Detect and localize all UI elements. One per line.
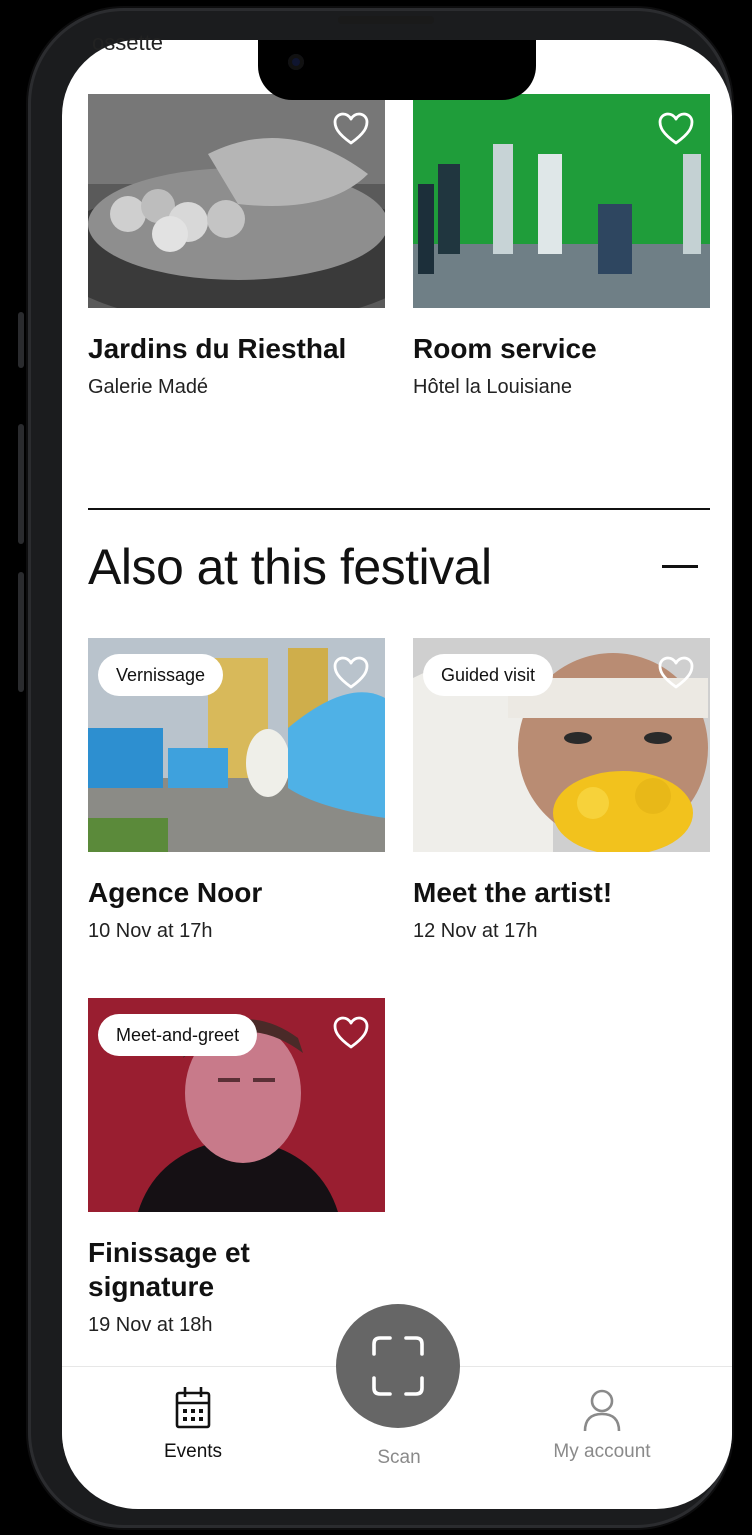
heart-outline-icon[interactable] xyxy=(333,112,369,146)
event-card[interactable]: Meet-and-greet Finissage et signature 19… xyxy=(88,998,385,1337)
artwork-image[interactable] xyxy=(413,94,710,308)
mute-switch xyxy=(18,312,24,368)
scan-button[interactable] xyxy=(336,1304,460,1428)
event-date: 12 Nov at 17h xyxy=(413,920,538,942)
heart-outline-icon[interactable] xyxy=(658,112,694,146)
event-tag: Guided visit xyxy=(423,654,554,696)
event-card[interactable]: Guided visit Meet the artist! 12 Nov at … xyxy=(413,638,710,943)
section-title: Also at this festival xyxy=(88,539,492,595)
user-icon xyxy=(583,1389,621,1432)
artwork-title: Jardins du Riesthal xyxy=(88,333,347,364)
event-title: Meet the artist! xyxy=(413,877,613,908)
tab-my-account-label: My account xyxy=(553,1441,651,1462)
event-tag: Meet-and-greet xyxy=(98,1014,258,1056)
event-date: 10 Nov at 17h xyxy=(88,920,213,942)
event-image[interactable]: Guided visit xyxy=(413,638,710,852)
event-title: Finissage et signature xyxy=(88,1237,250,1302)
event-title: Agence Noor xyxy=(88,877,263,908)
tab-scan-label-wrap[interactable]: Scan xyxy=(354,1447,444,1469)
tab-my-account[interactable]: My account xyxy=(532,1387,672,1463)
heart-outline-icon[interactable] xyxy=(658,656,694,690)
notch xyxy=(258,40,536,100)
heart-outline-icon[interactable] xyxy=(333,656,369,690)
scan-frame-icon xyxy=(372,1336,424,1396)
minus-icon[interactable] xyxy=(662,565,698,568)
artwork-card[interactable]: Jardins du Riesthal Galerie Madé xyxy=(88,94,385,399)
heart-outline-icon[interactable] xyxy=(333,1016,369,1050)
front-camera xyxy=(288,54,304,70)
artwork-venue: Galerie Madé xyxy=(88,376,209,398)
earpiece xyxy=(338,16,434,24)
artwork-venue: Hôtel la Louisiane xyxy=(413,376,572,398)
calendar-icon xyxy=(175,1387,211,1429)
cutoff-text: ossette xyxy=(92,30,163,55)
event-card[interactable]: Vernissage Agence Noor 10 Nov at 17h xyxy=(88,638,385,943)
artwork-image[interactable] xyxy=(88,94,385,308)
artwork-card[interactable]: Room service Hôtel la Louisiane xyxy=(413,94,710,399)
tab-events-label: Events xyxy=(163,1441,223,1462)
tab-scan-label: Scan xyxy=(377,1447,421,1468)
section-divider xyxy=(88,508,710,510)
artwork-title: Room service xyxy=(413,333,597,364)
tab-events[interactable]: Events xyxy=(148,1385,238,1463)
volume-up-button xyxy=(18,424,24,544)
event-image[interactable]: Vernissage xyxy=(88,638,385,852)
event-image[interactable]: Meet-and-greet xyxy=(88,998,385,1212)
event-tag: Vernissage xyxy=(98,654,224,696)
volume-down-button xyxy=(18,572,24,692)
